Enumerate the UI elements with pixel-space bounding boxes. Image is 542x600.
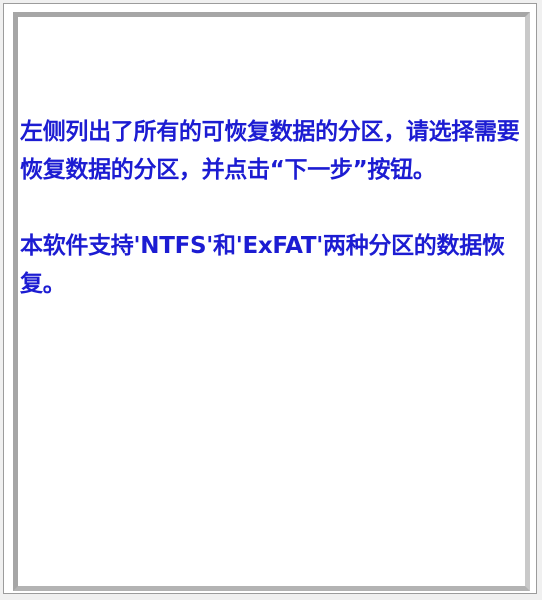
- instruction-paragraph-select-partition: 左侧列出了所有的可恢复数据的分区，请选择需要恢复数据的分区，并点击“下一步”按钮…: [20, 119, 520, 183]
- help-text: 左侧列出了所有的可恢复数据的分区，请选择需要恢复数据的分区，并点击“下一步”按钮…: [20, 113, 525, 303]
- instruction-paragraph-supported-filesystems: 本软件支持'NTFS'和'ExFAT'两种分区的数据恢复。: [20, 233, 505, 297]
- window-frame: 左侧列出了所有的可恢复数据的分区，请选择需要恢复数据的分区，并点击“下一步”按钮…: [3, 3, 537, 594]
- instruction-panel: 左侧列出了所有的可恢复数据的分区，请选择需要恢复数据的分区，并点击“下一步”按钮…: [13, 12, 530, 591]
